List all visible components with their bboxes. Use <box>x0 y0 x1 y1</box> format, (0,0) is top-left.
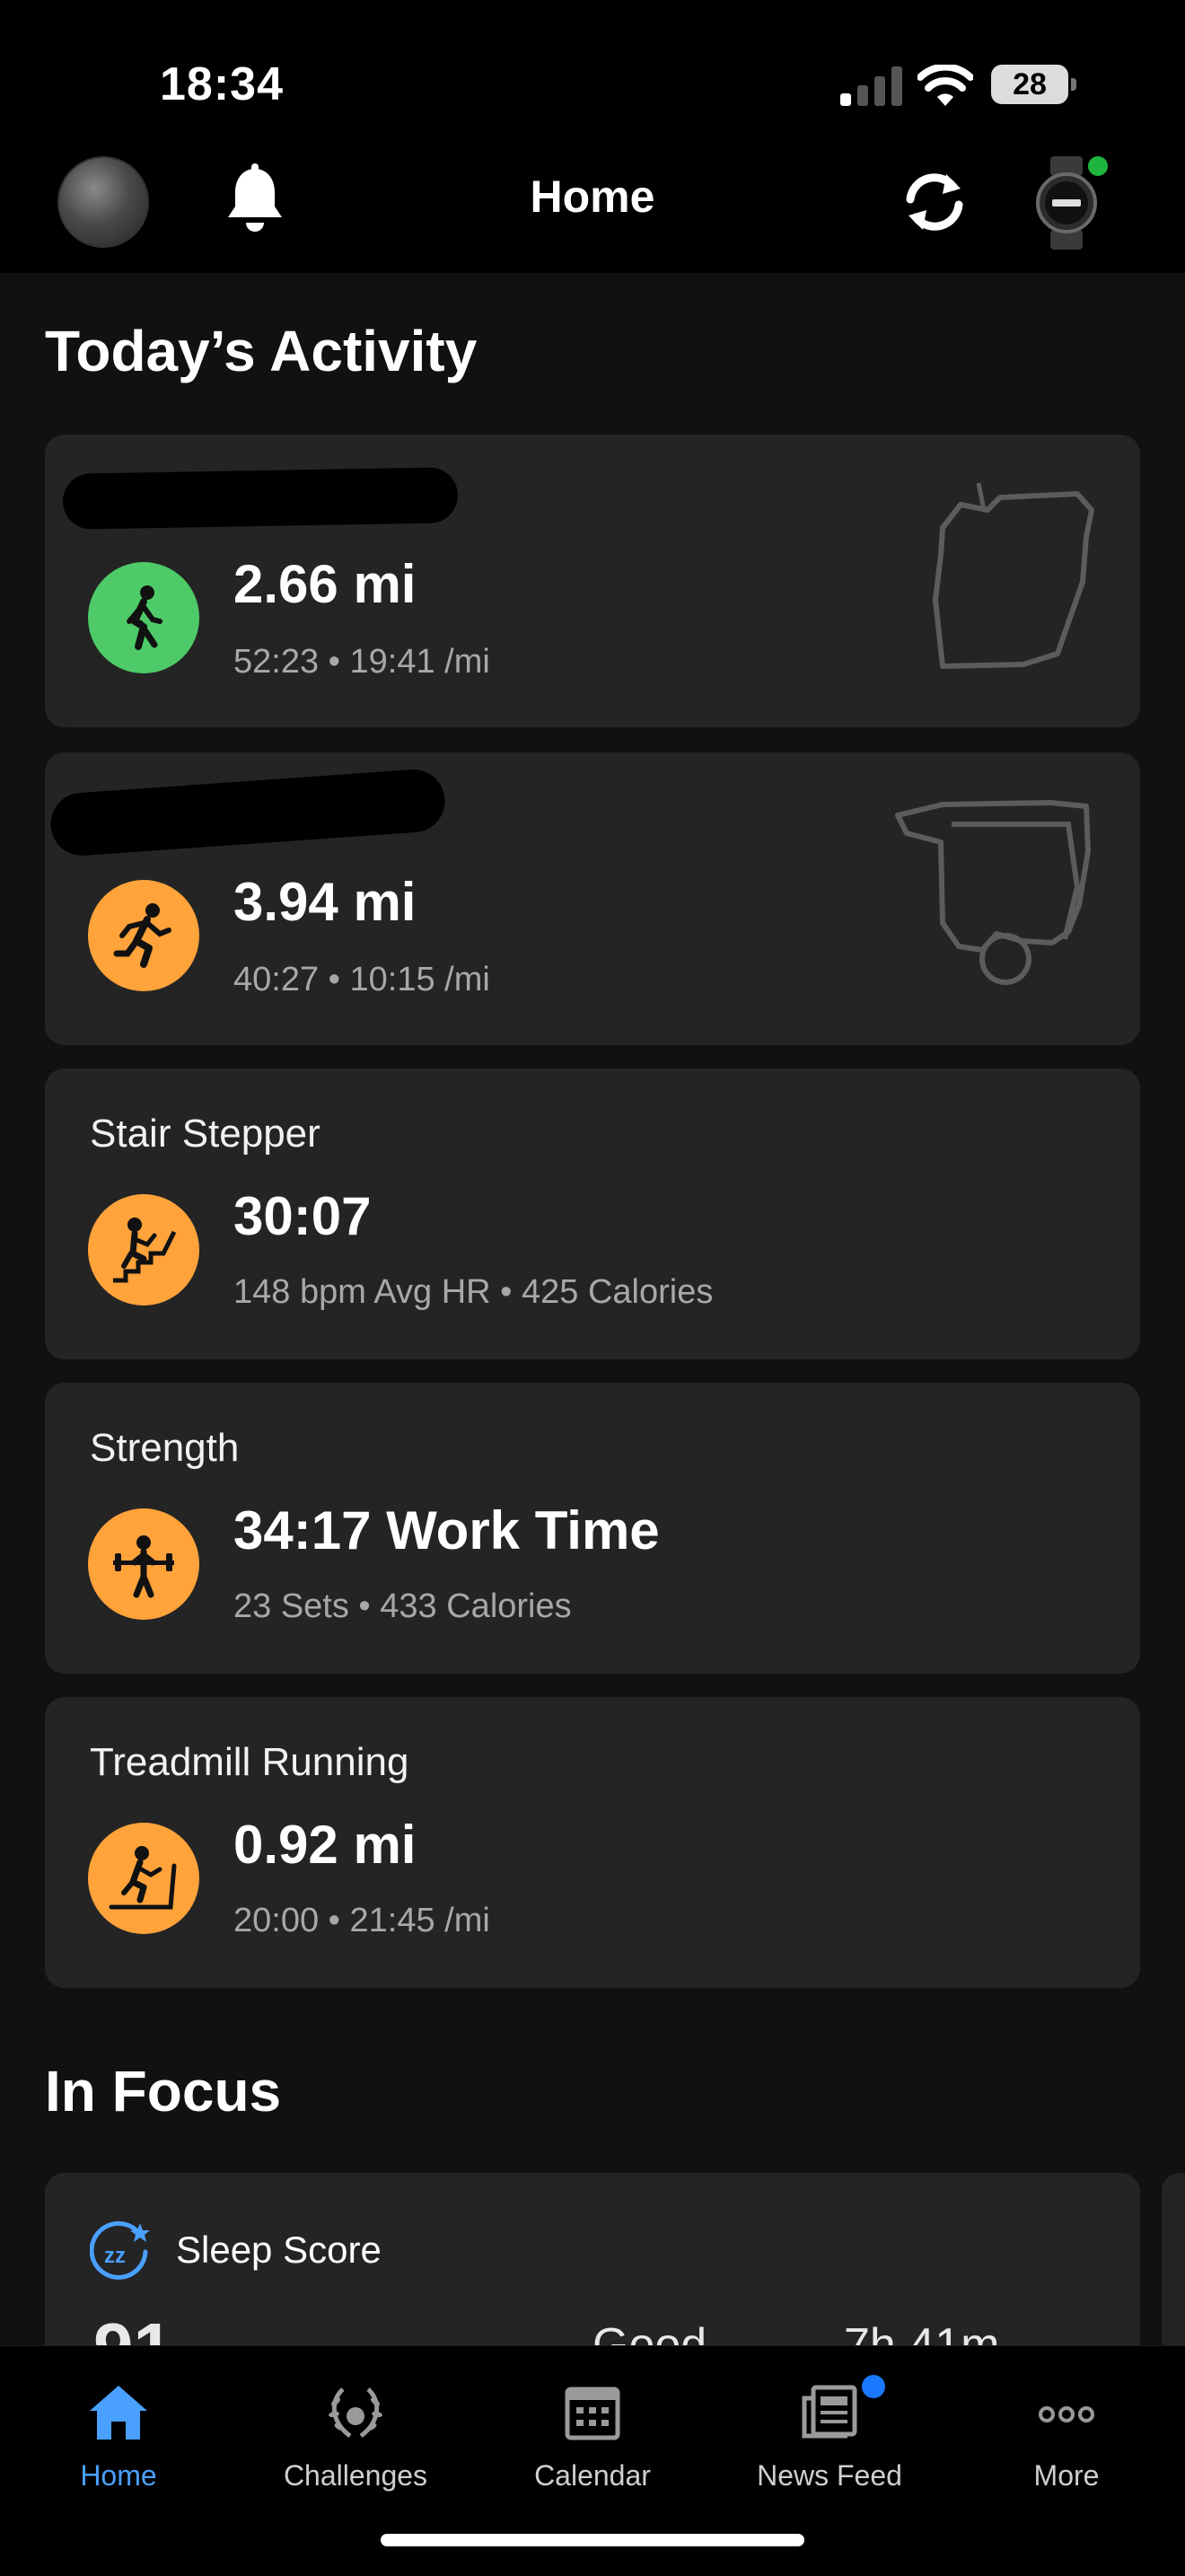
tab-label: Home <box>80 2459 157 2492</box>
activity-name: Treadmill Running <box>90 1740 409 1784</box>
tab-home[interactable]: Home <box>0 2368 237 2493</box>
stair-stepper-icon <box>88 1194 199 1306</box>
running-icon <box>88 880 199 991</box>
activity-distance: 2.66 mi <box>233 554 417 614</box>
home-indicator <box>381 2534 804 2546</box>
news-feed-icon <box>802 2385 857 2439</box>
activity-card-strength[interactable]: Strength 34:17 Work Time 23 Sets • 433 C… <box>45 1383 1140 1674</box>
activity-duration: 30:07 <box>233 1186 372 1246</box>
activity-details: 40:27 • 10:15 /mi <box>233 961 490 998</box>
cellular-signal-icon <box>840 66 902 106</box>
laurel-icon <box>329 2387 382 2439</box>
activity-details: 20:00 • 21:45 /mi <box>233 1902 490 1939</box>
activity-name: Strength <box>90 1426 240 1470</box>
svg-text:zz: zz <box>104 2244 126 2268</box>
treadmill-icon <box>88 1823 199 1934</box>
tab-label: News Feed <box>757 2459 902 2492</box>
activity-card-walk[interactable]: 2.66 mi 52:23 • 19:41 /mi <box>45 435 1140 727</box>
sync-icon[interactable] <box>898 165 971 239</box>
tab-label: Calendar <box>534 2459 651 2492</box>
sleep-score-icon: zz <box>90 2220 150 2280</box>
tab-more[interactable]: More <box>948 2368 1185 2493</box>
route-map-thumbnail <box>895 800 1091 985</box>
in-focus-heading: In Focus <box>45 2059 282 2123</box>
strength-icon <box>88 1508 199 1620</box>
activity-distance: 3.94 mi <box>233 872 417 932</box>
battery-level: 28 <box>1013 67 1047 101</box>
activity-name: Stair Stepper <box>90 1112 320 1156</box>
activity-distance: 0.92 mi <box>233 1815 417 1875</box>
activity-card-run[interactable]: 3.94 mi 40:27 • 10:15 /mi <box>45 752 1140 1045</box>
status-time: 18:34 <box>160 58 284 110</box>
tab-calendar[interactable]: Calendar <box>474 2368 711 2493</box>
battery-tip <box>1071 78 1076 91</box>
profile-avatar[interactable] <box>57 156 149 248</box>
redaction-mark <box>48 767 447 858</box>
activity-card-stair-stepper[interactable]: Stair Stepper 30:07 148 bpm Avg HR • 425… <box>45 1068 1140 1359</box>
calendar-icon <box>565 2387 620 2440</box>
walking-icon <box>88 562 199 673</box>
notifications-bell-icon[interactable] <box>223 163 287 235</box>
status-bar: 18:34 28 <box>0 0 1185 144</box>
tab-label: More <box>1033 2459 1100 2492</box>
tab-news-feed[interactable]: News Feed <box>711 2368 948 2493</box>
wifi-icon <box>917 65 973 106</box>
route-map-thumbnail <box>933 482 1094 669</box>
todays-activity-heading: Today’s Activity <box>45 319 478 383</box>
app-header: Home <box>0 144 1185 273</box>
home-icon <box>90 2386 147 2440</box>
activity-details: 148 bpm Avg HR • 425 Calories <box>233 1273 714 1311</box>
tab-challenges[interactable]: Challenges <box>237 2368 474 2493</box>
activity-work-time: 34:17 Work Time <box>233 1500 660 1561</box>
tab-label: Challenges <box>283 2459 428 2492</box>
device-connected-dot <box>1088 156 1108 176</box>
sleep-score-label: Sleep Score <box>176 2229 382 2271</box>
more-icon <box>1039 2406 1094 2422</box>
activity-details: 52:23 • 19:41 /mi <box>233 643 490 681</box>
page-title: Home <box>530 171 655 222</box>
activity-details: 23 Sets • 433 Calories <box>233 1587 572 1625</box>
activity-card-treadmill[interactable]: Treadmill Running 0.92 mi 20:00 • 21:45 … <box>45 1697 1140 1988</box>
battery-indicator: 28 <box>991 65 1077 106</box>
news-feed-badge <box>862 2375 885 2398</box>
redaction-mark <box>62 467 459 530</box>
